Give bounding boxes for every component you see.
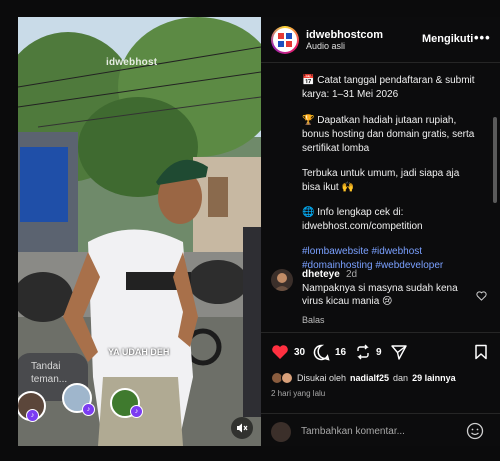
comment-like-icon[interactable] bbox=[476, 291, 487, 304]
caption-line: bisa ikut 🙌 bbox=[302, 182, 354, 193]
send-paper-plane-icon bbox=[391, 345, 407, 360]
share-count: 9 bbox=[376, 346, 382, 358]
tag-badge-icon: ♪ bbox=[26, 409, 39, 422]
send-action[interactable] bbox=[391, 344, 407, 360]
tag-badge-icon: ♪ bbox=[82, 403, 95, 416]
caption-line: 🏆 Dapatkan hadiah jutaan rupiah, bbox=[302, 115, 457, 126]
post-details-panel: idwebhostcom Audio asli Mengikuti ••• 📅 … bbox=[261, 17, 500, 446]
repost-icon bbox=[357, 344, 369, 360]
save-action[interactable] bbox=[474, 344, 488, 360]
post-media[interactable]: idwebhost Tandai teman... YA UDAH DEH ♪ … bbox=[18, 17, 261, 446]
caption-link[interactable]: idwebhost.com/competition bbox=[302, 220, 492, 234]
commenter-username[interactable]: dheteye bbox=[302, 269, 340, 280]
account-name[interactable]: idwebhostcom bbox=[306, 29, 383, 41]
comment-action[interactable]: 16 bbox=[313, 344, 346, 361]
caption-line: bonus hosting dan domain gratis, serta bbox=[302, 129, 475, 140]
caption-line: Terbuka untuk umum, jadi siapa aja bbox=[302, 168, 460, 179]
repost-action[interactable]: 9 bbox=[355, 344, 382, 360]
tag-badge-icon: ♪ bbox=[130, 405, 143, 418]
bookmark-icon bbox=[475, 344, 487, 360]
liker-avatar bbox=[281, 372, 293, 384]
caption-line: karya: 1–31 Mei 2026 bbox=[302, 89, 399, 100]
audio-label[interactable]: Audio asli bbox=[306, 41, 345, 51]
liked-by-others[interactable]: 29 lainnya bbox=[412, 373, 456, 383]
speaker-muted-icon bbox=[237, 423, 248, 433]
account-avatar[interactable] bbox=[271, 26, 299, 54]
caption-line: 📅 Catat tanggal pendaftaran & submit bbox=[302, 75, 475, 86]
comment-count: 16 bbox=[335, 347, 347, 358]
liked-by-user[interactable]: nadialf25 bbox=[350, 373, 389, 383]
video-caption-text: YA UDAH DEH bbox=[108, 347, 170, 357]
comment-item: dheteye 2d Nampaknya si masyna sudah ken… bbox=[271, 267, 496, 327]
media-watermark: idwebhost bbox=[106, 57, 158, 68]
comment-text: Nampaknya si masyna sudah kena virus kic… bbox=[302, 283, 458, 307]
current-user-avatar bbox=[271, 422, 291, 442]
add-comment-input[interactable] bbox=[301, 422, 451, 440]
hashtag-line[interactable]: #lombawebsite #idwebhost bbox=[302, 245, 492, 259]
avatar-image bbox=[274, 273, 290, 291]
like-action[interactable]: 30 bbox=[271, 344, 305, 360]
post-header: idwebhostcom Audio asli Mengikuti ••• bbox=[261, 17, 500, 63]
liked-by-prefix: Disukai oleh bbox=[297, 373, 347, 383]
post-timestamp[interactable]: 2 hari yang lalu bbox=[271, 389, 325, 398]
caption-line: 🌐 Info lengkap cek di: bbox=[302, 207, 404, 218]
like-count: 30 bbox=[294, 346, 306, 358]
commenter-avatar[interactable] bbox=[271, 269, 293, 291]
comment-time: 2d bbox=[346, 269, 358, 280]
following-button[interactable]: Mengikuti bbox=[422, 33, 473, 45]
mute-button[interactable] bbox=[231, 417, 253, 439]
more-options-icon[interactable]: ••• bbox=[474, 30, 491, 45]
liked-by-row[interactable]: Disukai oleh nadialf25 dan 29 lainnya bbox=[271, 372, 456, 384]
comments-scrollbar[interactable] bbox=[493, 117, 497, 203]
comment-bubble-icon bbox=[313, 344, 330, 361]
caption-line: sertifikat lomba bbox=[302, 143, 370, 154]
liked-by-mid: dan bbox=[393, 373, 409, 383]
idwebhost-logo-icon bbox=[278, 33, 292, 47]
add-comment-bar bbox=[261, 413, 500, 447]
post-actions: 30 16 9 Disukai oleh nadialf25 dan 29 la… bbox=[261, 332, 500, 446]
reply-button[interactable]: Balas bbox=[302, 315, 325, 325]
heart-filled-icon bbox=[272, 345, 288, 359]
emoji-icon[interactable] bbox=[466, 422, 484, 440]
